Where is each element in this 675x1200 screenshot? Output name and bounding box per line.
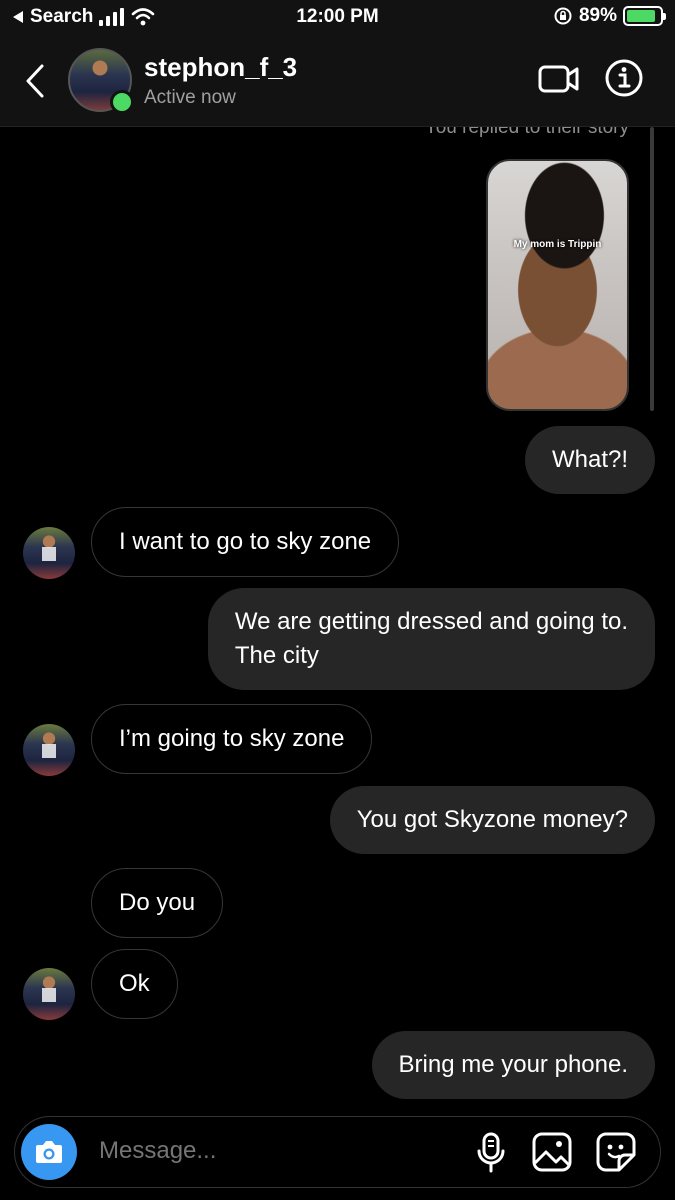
status-right: 89% — [553, 5, 666, 27]
camera-icon — [36, 1141, 62, 1163]
story-overlay-text: My mom is Trippin — [513, 239, 602, 250]
story-thumbnail[interactable]: My mom is Trippin — [486, 159, 629, 411]
message-bubble-outgoing[interactable]: We are getting dressed and going to. The… — [207, 588, 655, 690]
scrollbar[interactable] — [650, 127, 654, 411]
message-bubble-incoming[interactable]: I want to go to sky zone — [91, 507, 400, 577]
info-icon[interactable] — [604, 58, 644, 98]
thread-header: stephon_f_3 Active now — [0, 36, 675, 127]
username[interactable]: stephon_f_3 — [144, 52, 297, 83]
message-bubble-incoming[interactable]: Ok — [91, 949, 178, 1019]
message-bubble-outgoing[interactable]: Bring me your phone. — [371, 1031, 655, 1099]
avatar[interactable] — [23, 724, 75, 776]
microphone-icon[interactable] — [473, 1131, 509, 1175]
avatar[interactable] — [23, 527, 75, 579]
back-chevron-icon[interactable] — [22, 62, 48, 100]
orientation-lock-icon — [554, 7, 572, 25]
story-reply-caption: You replied to their story — [424, 127, 629, 138]
message-thread[interactable]: You replied to their story My mom is Tri… — [0, 127, 675, 1112]
online-indicator — [110, 90, 134, 114]
camera-button[interactable] — [21, 1124, 77, 1180]
video-call-icon[interactable] — [538, 64, 580, 94]
message-bubble-incoming[interactable]: Do you — [91, 868, 224, 938]
active-status: Active now — [144, 87, 236, 108]
gallery-icon[interactable] — [531, 1131, 573, 1173]
battery-percent: 89% — [578, 5, 617, 26]
battery-icon — [623, 6, 666, 26]
message-input[interactable] — [99, 1137, 459, 1165]
avatar[interactable] — [23, 968, 75, 1020]
message-composer — [14, 1116, 661, 1188]
message-bubble-outgoing[interactable]: You got Skyzone money? — [329, 786, 655, 854]
message-bubble-incoming[interactable]: I’m going to sky zone — [91, 704, 373, 774]
sticker-icon[interactable] — [595, 1131, 637, 1173]
status-bar: Search 12:00 PM 89% — [0, 0, 675, 36]
message-bubble-outgoing[interactable]: What?! — [524, 426, 655, 494]
